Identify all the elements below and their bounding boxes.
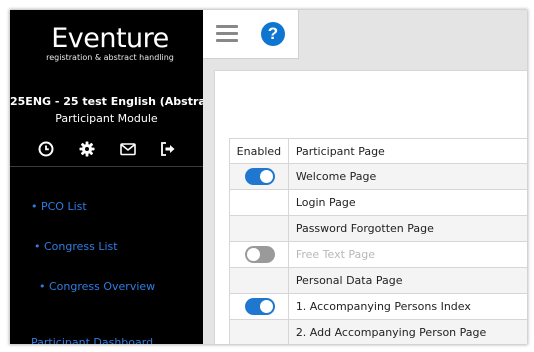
clock-icon[interactable] xyxy=(37,140,55,158)
logo[interactable]: Eventure registration & abstract handlin… xyxy=(40,23,180,63)
brand-name: Eventure xyxy=(51,23,169,54)
nav-participant-dashboard[interactable]: Participant Dashboard xyxy=(31,336,153,344)
page-name-cell[interactable]: Password Forgotten Page xyxy=(287,215,527,242)
toggle-knob xyxy=(260,170,273,183)
page-name-cell[interactable]: 1. Accompanying Persons Index xyxy=(287,293,527,320)
table-header-row: Enabled Participant Page xyxy=(229,138,527,164)
table-row[interactable]: Personal Data Page xyxy=(229,267,527,294)
page-name-cell[interactable]: Login Page xyxy=(287,189,527,216)
toggle-switch-on[interactable] xyxy=(245,168,275,185)
page-name-cell[interactable]: 2. Add Accompanying Person Page xyxy=(287,319,527,344)
gear-icon[interactable] xyxy=(78,140,96,158)
participant-pages-table: Enabled Participant Page Welcome Page Log… xyxy=(229,138,527,344)
sidebar-icon-bar xyxy=(10,140,203,160)
page-name-cell[interactable]: Free Text Page xyxy=(287,241,527,268)
toggle-knob xyxy=(260,300,273,313)
enabled-cell xyxy=(229,241,289,268)
table-row[interactable]: 2. Add Accompanying Person Page xyxy=(229,319,527,344)
sidebar-divider xyxy=(10,166,203,167)
table-row[interactable]: Login Page xyxy=(229,189,527,216)
page-name-cell[interactable]: Personal Data Page xyxy=(287,267,527,294)
toggle-knob xyxy=(247,248,260,261)
brand-tagline: registration & abstract handling xyxy=(46,53,174,62)
page-name-cell[interactable]: Welcome Page xyxy=(287,163,527,190)
enabled-cell xyxy=(229,319,289,344)
column-header-participant-page: Participant Page xyxy=(287,138,527,164)
main-panel: Enabled Participant Page Welcome Page Log… xyxy=(214,70,527,344)
table-row[interactable]: Password Forgotten Page xyxy=(229,215,527,242)
table-row[interactable]: Free Text Page xyxy=(229,241,527,268)
nav-congress-list[interactable]: • Congress List xyxy=(34,240,118,253)
sidebar: Eventure registration & abstract handlin… xyxy=(10,10,203,344)
app-window: Eventure registration & abstract handlin… xyxy=(10,10,527,344)
help-icon[interactable]: ? xyxy=(261,22,285,46)
envelope-icon[interactable] xyxy=(119,140,137,158)
table-row[interactable]: Welcome Page xyxy=(229,163,527,190)
nav-pco-list[interactable]: • PCO List xyxy=(31,200,87,213)
event-title: 25ENG - 25 test English (Abstracts... xyxy=(10,95,203,108)
column-header-enabled: Enabled xyxy=(229,138,289,164)
logout-icon[interactable] xyxy=(159,140,177,158)
enabled-cell xyxy=(229,189,289,216)
table-row[interactable]: 1. Accompanying Persons Index xyxy=(229,293,527,320)
enabled-cell xyxy=(229,163,289,190)
nav-congress-overview[interactable]: • Congress Overview xyxy=(39,280,155,293)
module-name: Participant Module xyxy=(55,112,158,125)
toggle-switch-off[interactable] xyxy=(245,246,275,263)
hamburger-menu-icon[interactable] xyxy=(216,23,238,45)
enabled-cell xyxy=(229,293,289,320)
enabled-cell xyxy=(229,215,289,242)
enabled-cell xyxy=(229,267,289,294)
toggle-switch-on[interactable] xyxy=(245,298,275,315)
top-toolbar: ? xyxy=(203,10,299,59)
